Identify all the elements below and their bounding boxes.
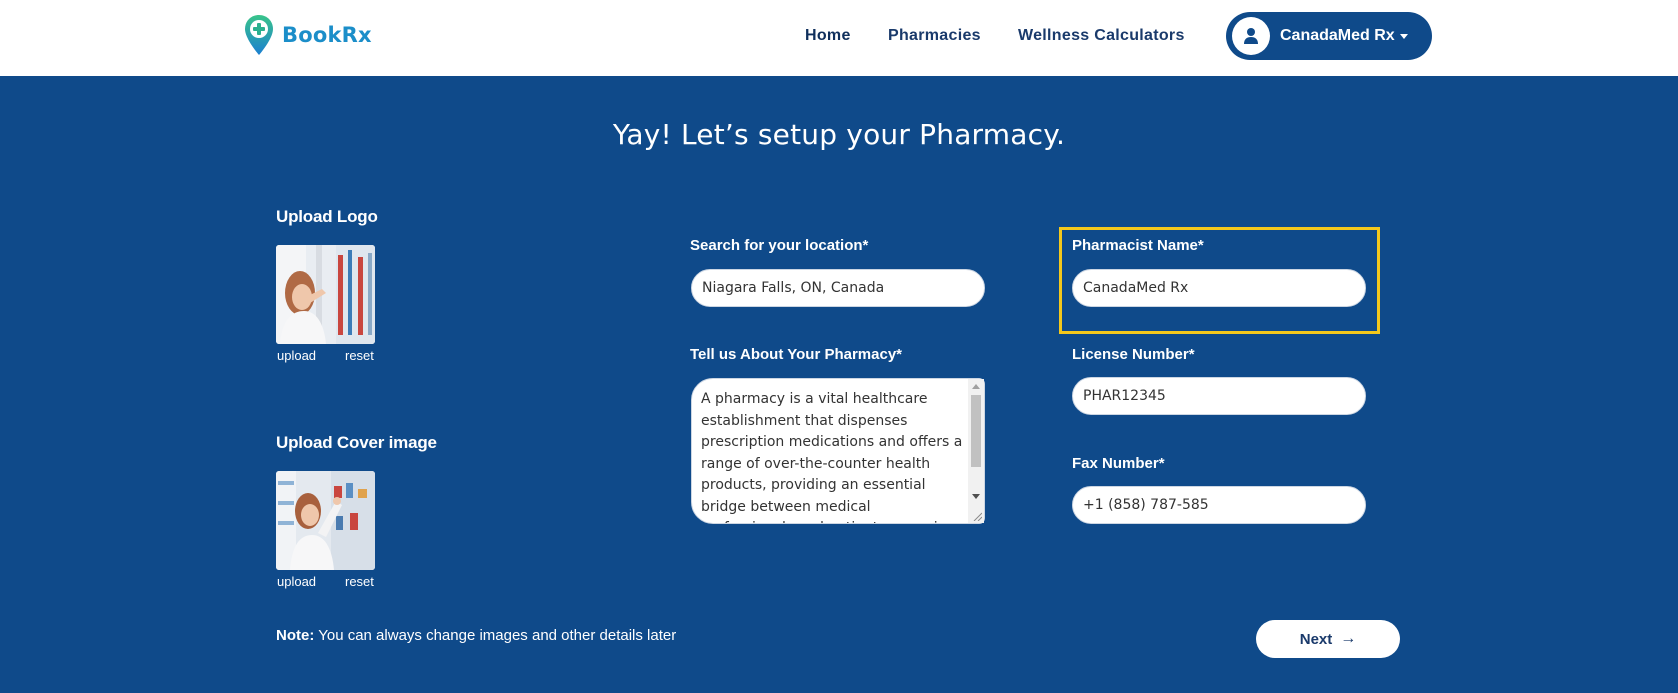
resize-handle-icon[interactable] — [972, 511, 982, 521]
logo-preview-image — [276, 245, 375, 344]
brand-logo[interactable]: BookRx — [244, 14, 372, 56]
about-pharmacy-textarea[interactable]: A pharmacy is a vital healthcare establi… — [691, 378, 985, 524]
nav-pharmacies[interactable]: Pharmacies — [888, 27, 981, 45]
arrow-right-icon: → — [1340, 630, 1357, 647]
license-number-input[interactable] — [1072, 377, 1366, 415]
user-icon — [1232, 17, 1270, 55]
scroll-down-arrow-icon[interactable] — [972, 494, 980, 499]
location-pin-plus-icon — [245, 15, 273, 55]
note-body: You can always change images and other d… — [314, 627, 677, 644]
license-number-label: License Number* — [1072, 346, 1195, 363]
brand-name: BookRx — [282, 23, 372, 47]
nav-home[interactable]: Home — [805, 27, 851, 45]
scroll-up-arrow-icon[interactable] — [972, 384, 980, 389]
top-header: BookRx Home Pharmacies Wellness Calculat… — [0, 0, 1678, 76]
pharmacist-name-label: Pharmacist Name* — [1072, 237, 1204, 254]
pharmacist-name-input[interactable] — [1072, 269, 1366, 307]
upload-cover-title: Upload Cover image — [276, 433, 437, 452]
textarea-scrollbar[interactable] — [968, 379, 984, 523]
fax-number-input[interactable] — [1072, 486, 1366, 524]
cover-reset-link[interactable]: reset — [345, 574, 374, 589]
scrollbar-thumb[interactable] — [971, 395, 981, 467]
location-label: Search for your location* — [690, 237, 869, 254]
caret-down-icon — [1399, 33, 1408, 39]
page-title: Yay! Let’s setup your Pharmacy. — [612, 118, 1066, 151]
upload-logo-title: Upload Logo — [276, 207, 378, 226]
user-name: CanadaMed Rx — [1280, 27, 1395, 44]
about-label: Tell us About Your Pharmacy* — [690, 346, 902, 363]
logo-upload-link[interactable]: upload — [277, 348, 316, 363]
note-prefix: Note: — [276, 627, 315, 644]
logo-reset-link[interactable]: reset — [345, 348, 374, 363]
note-text: Note: You can always change images and o… — [276, 627, 676, 644]
cover-preview-image — [276, 471, 375, 570]
location-search-input[interactable] — [691, 269, 985, 307]
nav-wellness-calculators[interactable]: Wellness Calculators — [1018, 27, 1185, 45]
next-button-label: Next — [1299, 630, 1333, 648]
cover-upload-link[interactable]: upload — [277, 574, 316, 589]
fax-number-label: Fax Number* — [1072, 455, 1165, 472]
next-button[interactable]: Next → — [1256, 620, 1400, 658]
user-menu-button[interactable]: CanadaMed Rx — [1226, 12, 1432, 60]
